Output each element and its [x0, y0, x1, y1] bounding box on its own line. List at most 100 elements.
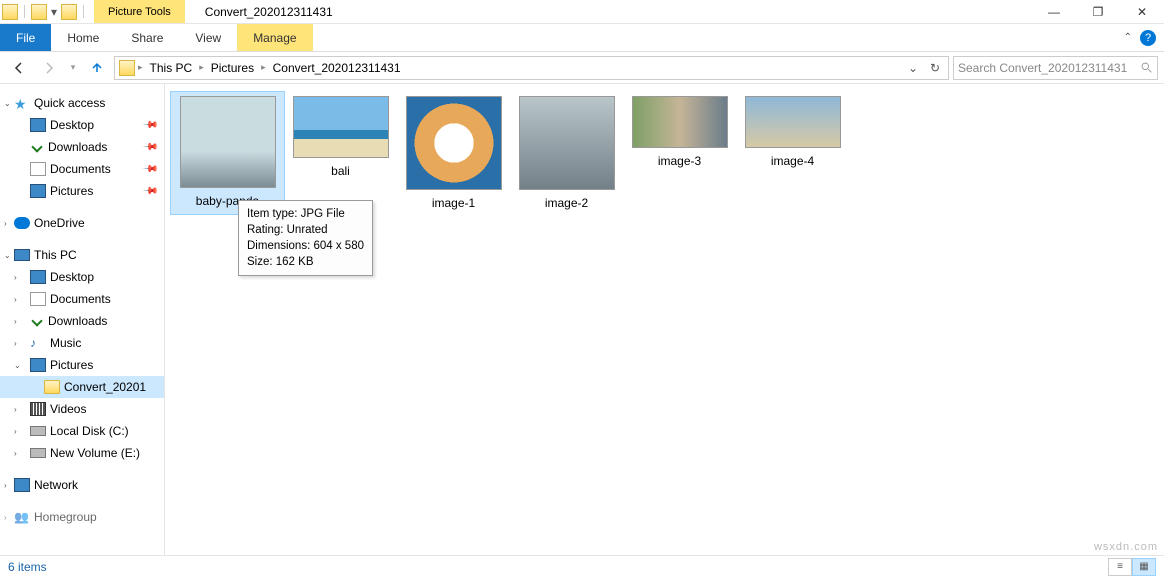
ribbon-file-tab[interactable]: File: [0, 24, 51, 51]
tree-item[interactable]: Documents📌: [0, 158, 164, 180]
thumbnail-image: [180, 96, 276, 188]
navigation-bar: ▾ ▸ This PC ▸ Pictures ▸ Convert_2020123…: [0, 52, 1164, 84]
tree-this-pc[interactable]: ⌄This PC: [0, 244, 164, 266]
context-tools-label: Picture Tools: [94, 0, 185, 23]
thumbnail-image: [632, 96, 728, 148]
pictures-icon: [30, 358, 46, 372]
file-name: image-3: [658, 154, 701, 168]
thumbnail-image: [406, 96, 502, 190]
tree-quick-access[interactable]: ⌄★Quick access: [0, 92, 164, 114]
ribbon-tab-share[interactable]: Share: [115, 24, 179, 51]
breadcrumb[interactable]: ▸ This PC ▸ Pictures ▸ Convert_202012311…: [114, 56, 949, 80]
folder-icon[interactable]: [2, 4, 18, 20]
up-button[interactable]: [84, 56, 110, 80]
desktop-icon: [30, 118, 46, 132]
pin-icon: 📌: [141, 183, 158, 200]
tree-homegroup[interactable]: ›👥Homegroup: [0, 506, 164, 528]
file-thumbnail[interactable]: bali: [284, 92, 397, 214]
tree-item[interactable]: ›♪Music: [0, 332, 164, 354]
music-icon: ♪: [30, 336, 46, 350]
tooltip-line: Rating: Unrated: [247, 222, 364, 238]
ribbon-collapse-icon[interactable]: ⌃: [1124, 32, 1132, 43]
tree-item[interactable]: ›Desktop: [0, 266, 164, 288]
videos-icon: [30, 402, 46, 416]
ribbon: File Home Share View Manage ⌃ ?: [0, 24, 1164, 52]
file-thumbnail[interactable]: baby-panda: [171, 92, 284, 214]
documents-icon: [30, 292, 46, 306]
item-count: 6 items: [8, 560, 47, 574]
tree-item[interactable]: ›Local Disk (C:): [0, 420, 164, 442]
breadcrumb-item[interactable]: This PC: [144, 57, 199, 79]
pc-icon: [14, 249, 30, 261]
tree-item[interactable]: ⌄Pictures: [0, 354, 164, 376]
homegroup-icon: 👥: [14, 510, 30, 524]
search-icon: [1140, 61, 1153, 74]
tree-item[interactable]: Desktop📌: [0, 114, 164, 136]
status-bar: 6 items ≡ ▦: [0, 555, 1164, 577]
file-thumbnail[interactable]: image-1: [397, 92, 510, 214]
tree-onedrive[interactable]: ›OneDrive: [0, 212, 164, 234]
breadcrumb-item[interactable]: Pictures: [205, 57, 260, 79]
tree-item[interactable]: ›Downloads: [0, 310, 164, 332]
close-button[interactable]: ✕: [1120, 0, 1164, 23]
thumbnail-image: [293, 96, 389, 158]
ribbon-tab-home[interactable]: Home: [51, 24, 115, 51]
thumbnails-view-button[interactable]: ▦: [1132, 558, 1156, 576]
details-view-button[interactable]: ≡: [1108, 558, 1132, 576]
maximize-button[interactable]: ❐: [1076, 0, 1120, 23]
thumbnail-image: [519, 96, 615, 190]
tooltip-line: Item type: JPG File: [247, 206, 364, 222]
file-name: image-1: [432, 196, 475, 210]
desktop-icon: [30, 270, 46, 284]
file-thumbnail[interactable]: image-2: [510, 92, 623, 214]
folder-icon: [119, 60, 135, 76]
qat-dropdown-icon[interactable]: ▾: [49, 4, 59, 20]
back-button[interactable]: [6, 56, 32, 80]
folder-icon: [44, 380, 60, 394]
minimize-button[interactable]: —: [1032, 0, 1076, 23]
open-folder-icon[interactable]: [61, 4, 77, 20]
breadcrumb-item[interactable]: Convert_202012311431: [267, 57, 407, 79]
tooltip-line: Size: 162 KB: [247, 254, 364, 270]
onedrive-icon: [14, 217, 30, 229]
file-thumbnail[interactable]: image-4: [736, 92, 849, 214]
refresh-icon[interactable]: ↻: [924, 57, 946, 79]
quick-access-toolbar: ▾: [0, 0, 88, 23]
tree-item[interactable]: ›Documents: [0, 288, 164, 310]
content-pane[interactable]: baby-panda bali image-1 image-2 image-3 image…: [165, 84, 1164, 555]
tree-item[interactable]: Pictures📌: [0, 180, 164, 202]
window-title: Convert_202012311431: [205, 5, 1032, 19]
drive-icon: [30, 448, 46, 458]
address-dropdown-icon[interactable]: ⌄: [902, 57, 924, 79]
tooltip-line: Dimensions: 604 x 580: [247, 238, 364, 254]
tree-item-selected[interactable]: Convert_20201: [0, 376, 164, 398]
documents-icon: [30, 162, 46, 176]
pictures-icon: [30, 184, 46, 198]
watermark: wsxdn.com: [1094, 541, 1158, 553]
search-input[interactable]: Search Convert_202012311431: [953, 56, 1158, 80]
pin-icon: 📌: [141, 139, 158, 156]
pin-icon: 📌: [141, 117, 158, 134]
forward-button[interactable]: [36, 56, 62, 80]
file-name: image-2: [545, 196, 588, 210]
star-icon: ★: [14, 96, 30, 110]
tooltip: Item type: JPG File Rating: Unrated Dime…: [238, 200, 373, 276]
ribbon-tab-manage[interactable]: Manage: [237, 24, 312, 51]
drive-icon: [30, 426, 46, 436]
file-name: bali: [331, 164, 350, 178]
help-icon[interactable]: ?: [1140, 30, 1156, 46]
downloads-icon: [30, 140, 44, 154]
tree-item[interactable]: ›New Volume (E:): [0, 442, 164, 464]
tree-network[interactable]: ›Network: [0, 474, 164, 496]
recent-dropdown-icon[interactable]: ▾: [66, 56, 80, 80]
navigation-pane: ⌄★Quick access Desktop📌 Downloads📌 Docum…: [0, 84, 165, 555]
tree-item[interactable]: Downloads📌: [0, 136, 164, 158]
tree-item[interactable]: ›Videos: [0, 398, 164, 420]
view-switcher: ≡ ▦: [1108, 558, 1156, 576]
pin-icon: 📌: [141, 161, 158, 178]
properties-icon[interactable]: [31, 4, 47, 20]
downloads-icon: [30, 314, 44, 328]
title-bar: ▾ Picture Tools Convert_202012311431 — ❐…: [0, 0, 1164, 24]
file-thumbnail[interactable]: image-3: [623, 92, 736, 214]
ribbon-tab-view[interactable]: View: [179, 24, 237, 51]
